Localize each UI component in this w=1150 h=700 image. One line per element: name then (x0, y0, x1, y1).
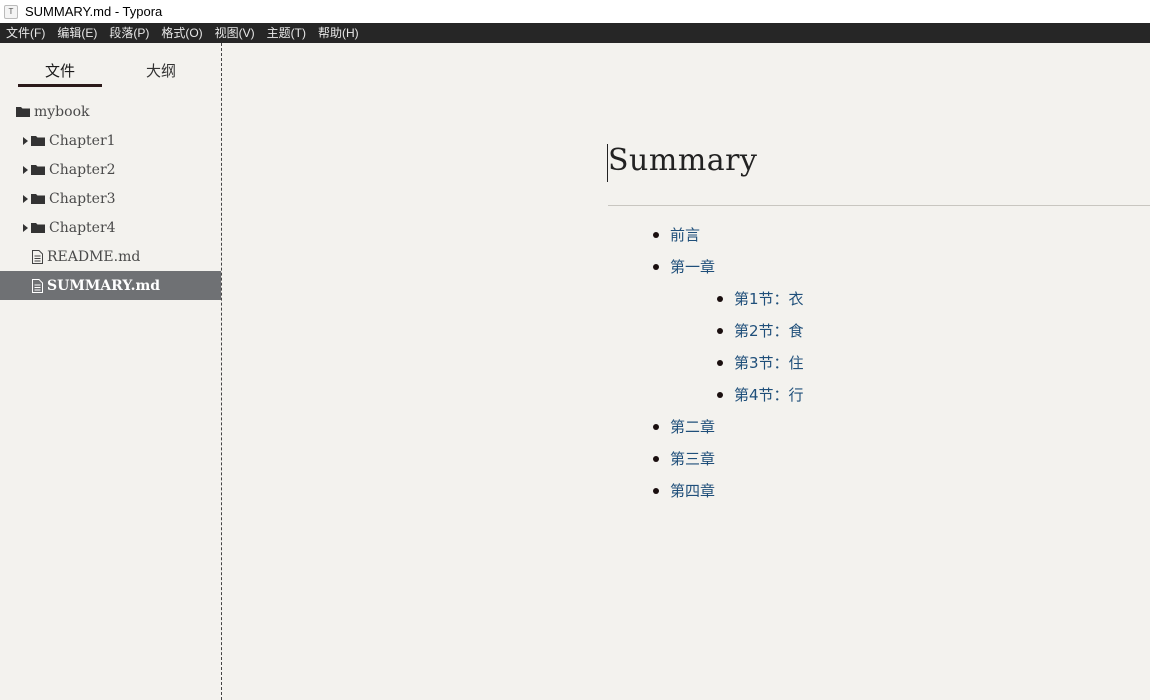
tab-outline[interactable]: 大纲 (146, 60, 176, 81)
tree-folder-label: Chapter3 (49, 190, 116, 207)
typora-app-icon: T (4, 4, 18, 19)
folder-icon (31, 194, 45, 204)
tree-folder-chapter3[interactable]: Chapter3 (0, 184, 221, 213)
editor-area[interactable]: Summary 前言第一章 第1节：衣第2节：食第3节：住第4节：行 第二章第三章第… (222, 43, 1150, 700)
tree-folder-chapter4[interactable]: Chapter4 (0, 213, 221, 242)
tree-file-label: README.md (47, 248, 141, 265)
sidebar-tabs: 文件 大纲 (0, 43, 221, 91)
menu-format[interactable]: 格式(O) (155, 23, 208, 43)
tree-folder-label: Chapter1 (49, 132, 116, 149)
menu-edit[interactable]: 编辑(E) (51, 23, 103, 43)
tab-files[interactable]: 文件 (45, 60, 75, 81)
tree-folder-chapter2[interactable]: Chapter2 (0, 155, 221, 184)
tree-file-readme[interactable]: README.md (0, 242, 221, 271)
list-bullet (717, 296, 723, 302)
document-heading[interactable]: Summary (608, 143, 757, 178)
list-bullet (717, 392, 723, 398)
list-bullet (653, 488, 659, 494)
list-bullet (653, 232, 659, 238)
list-item-link[interactable]: 第三章 (670, 448, 715, 469)
list-bullet (653, 264, 659, 270)
tree-folder-chapter1[interactable]: Chapter1 (0, 126, 221, 155)
tree-file-label: SUMMARY.md (47, 277, 161, 294)
menu-help[interactable]: 帮助(H) (312, 23, 365, 43)
list-item-link[interactable]: 第一章 (670, 256, 715, 277)
tree-folder-label: Chapter2 (49, 161, 116, 178)
file-tree: mybook Chapter1 Chapter2 Chapter3 Chapte… (0, 97, 221, 300)
folder-icon (16, 107, 30, 117)
active-tab-indicator (18, 84, 102, 87)
list-bullet (653, 424, 659, 430)
document-icon (32, 249, 43, 264)
caret-right-icon[interactable] (23, 194, 28, 203)
document-icon (32, 278, 43, 293)
caret-right-icon[interactable] (23, 136, 28, 145)
folder-icon (31, 136, 45, 146)
tree-root-label: mybook (34, 103, 90, 120)
folder-icon (31, 165, 45, 175)
list-item-link[interactable]: 第1节：衣 (734, 288, 804, 309)
menu-view[interactable]: 视图(V) (209, 23, 261, 43)
list-item-link[interactable]: 第3节：住 (734, 352, 804, 373)
list-bullet (717, 328, 723, 334)
menu-bar: 文件(F) 编辑(E) 段落(P) 格式(O) 视图(V) 主题(T) 帮助(H… (0, 23, 1150, 43)
list-item-link[interactable]: 前言 (670, 224, 700, 245)
menu-file[interactable]: 文件(F) (0, 23, 51, 43)
tree-root-folder[interactable]: mybook (0, 97, 221, 126)
sidebar: 文件 大纲 mybook Chapter1 Chapter2 Chapter3 … (0, 43, 222, 700)
heading-divider (608, 205, 1150, 206)
list-bullet (717, 360, 723, 366)
caret-right-icon[interactable] (23, 223, 28, 232)
title-bar: T SUMMARY.md - Typora (0, 0, 1150, 23)
tree-file-summary[interactable]: SUMMARY.md (0, 271, 221, 300)
list-item-link[interactable]: 第4节：行 (734, 384, 804, 405)
list-bullet (653, 456, 659, 462)
caret-right-icon[interactable] (23, 165, 28, 174)
window-title: SUMMARY.md - Typora (25, 4, 163, 19)
menu-theme[interactable]: 主题(T) (261, 23, 312, 43)
list-item-link[interactable]: 第四章 (670, 480, 715, 501)
list-item-link[interactable]: 第2节：食 (734, 320, 804, 341)
folder-icon (31, 223, 45, 233)
menu-paragraph[interactable]: 段落(P) (103, 23, 155, 43)
list-item-link[interactable]: 第二章 (670, 416, 715, 437)
tree-folder-label: Chapter4 (49, 219, 116, 236)
